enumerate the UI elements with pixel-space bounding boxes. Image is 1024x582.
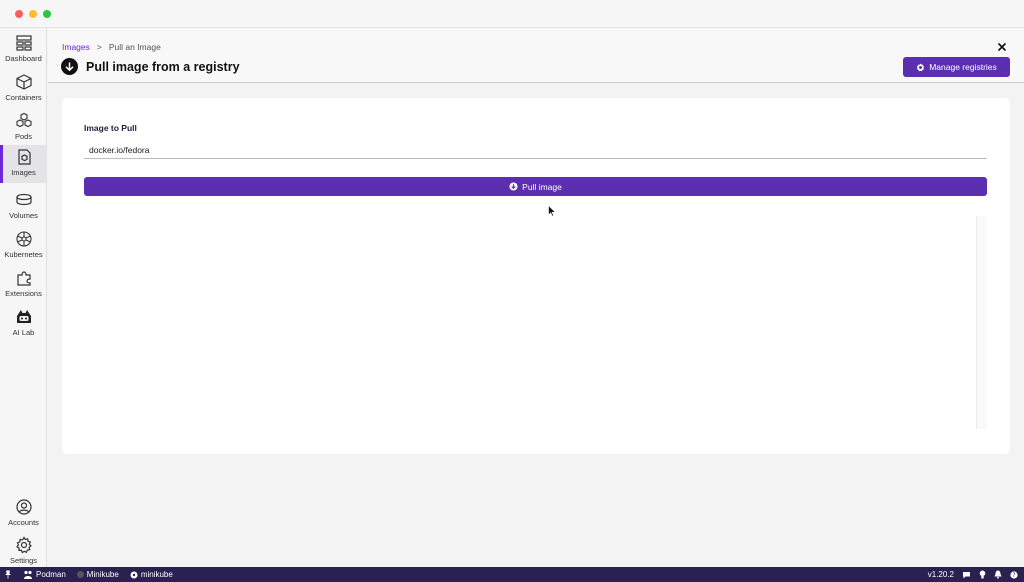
window-close-button[interactable] <box>15 10 23 18</box>
breadcrumb-link-images[interactable]: Images <box>62 42 90 52</box>
sidebar-item-label: Containers <box>5 93 42 102</box>
sidebar-item-label: Dashboard <box>5 54 42 63</box>
pin-icon <box>5 570 11 579</box>
podman-label: Podman <box>36 570 66 579</box>
podman-icon <box>24 570 32 579</box>
svg-text:?: ? <box>1012 572 1015 579</box>
sidebar-item-settings[interactable]: Settings <box>0 533 47 571</box>
minikube-label: Minikube <box>86 570 119 579</box>
window-minimize-button[interactable] <box>29 10 37 18</box>
kubernetes-context-icon <box>130 571 138 578</box>
help-icon[interactable]: ? <box>1010 570 1018 579</box>
status-item-minikube[interactable]: Minikube <box>76 570 119 579</box>
pods-icon <box>15 112 32 128</box>
breadcrumb-current: Pull an Image <box>108 42 161 52</box>
window-titlebar <box>0 0 1024 28</box>
bell-icon[interactable] <box>994 570 1002 579</box>
pull-image-card: Image to Pull Pull image <box>62 98 1010 454</box>
sidebar-item-volumes[interactable]: Volumes <box>0 188 47 226</box>
status-pin-button[interactable] <box>4 570 12 579</box>
sidebar-item-label: Images <box>11 168 36 177</box>
status-item-podman[interactable]: Podman <box>23 570 66 579</box>
sidebar-item-extensions[interactable]: Extensions <box>0 266 47 304</box>
sidebar-item-label: AI Lab <box>12 328 35 337</box>
account-icon <box>15 499 32 515</box>
sidebar-item-label: Settings <box>9 556 38 565</box>
download-circle-icon <box>509 182 518 191</box>
pull-image-label: Pull image <box>522 181 562 192</box>
close-icon[interactable] <box>996 40 1008 52</box>
page-title: Pull image from a registry <box>86 59 240 74</box>
sidebar-item-label: Pods <box>14 132 33 141</box>
image-name-input[interactable] <box>84 141 987 159</box>
dashboard-icon <box>15 35 32 51</box>
window-maximize-button[interactable] <box>43 10 51 18</box>
sidebar-item-kubernetes[interactable]: Kubernetes <box>0 227 47 265</box>
mouse-cursor-icon <box>548 205 556 217</box>
chat-icon[interactable] <box>962 571 971 579</box>
download-icon <box>61 58 78 75</box>
breadcrumb-separator: > <box>96 42 102 52</box>
manage-registries-label: Manage registries <box>929 62 997 72</box>
kube-context-label: minikube <box>140 570 173 579</box>
log-scrollbar[interactable] <box>976 216 987 429</box>
breadcrumb: Images > Pull an Image <box>62 42 161 52</box>
kubernetes-icon <box>15 231 32 247</box>
sidebar: Dashboard Containers Pods Images Volumes… <box>0 28 47 567</box>
images-icon <box>17 149 31 165</box>
sidebar-item-label: Volumes <box>9 211 38 220</box>
gear-icon <box>916 63 925 71</box>
container-icon <box>15 74 32 90</box>
minikube-status-icon <box>76 571 84 578</box>
puzzle-icon <box>16 271 31 286</box>
sidebar-item-label: Kubernetes <box>4 250 43 259</box>
sidebar-item-images[interactable]: Images <box>0 145 47 183</box>
sidebar-item-ai-lab[interactable]: AI Lab <box>0 305 47 343</box>
manage-registries-button[interactable]: Manage registries <box>903 57 1010 77</box>
status-bar: Podman Minikube minikube v1.20.2 ? <box>0 567 1024 582</box>
version-label: v1.20.2 <box>927 570 954 579</box>
image-to-pull-label: Image to Pull <box>84 123 137 133</box>
sidebar-item-containers[interactable]: Containers <box>0 70 47 108</box>
status-item-kube-context[interactable]: minikube <box>130 570 173 579</box>
status-bar-right: v1.20.2 ? <box>928 567 1018 582</box>
sidebar-item-pods[interactable]: Pods <box>0 109 47 147</box>
sidebar-item-accounts[interactable]: Accounts <box>0 495 47 533</box>
main-content: Images > Pull an Image Pull image from a… <box>48 28 1024 567</box>
pull-output-log <box>84 216 987 429</box>
page-header: Images > Pull an Image Pull image from a… <box>48 28 1024 83</box>
gear-icon <box>15 536 32 554</box>
ai-lab-icon <box>16 310 31 323</box>
sidebar-item-dashboard[interactable]: Dashboard <box>0 31 47 69</box>
sidebar-item-label: Extensions <box>5 289 42 298</box>
lightbulb-icon[interactable] <box>979 570 986 579</box>
volumes-icon <box>15 193 32 206</box>
sidebar-item-label: Accounts <box>8 518 39 527</box>
pull-image-button[interactable]: Pull image <box>84 177 987 196</box>
page-title-row: Pull image from a registry <box>61 58 240 75</box>
